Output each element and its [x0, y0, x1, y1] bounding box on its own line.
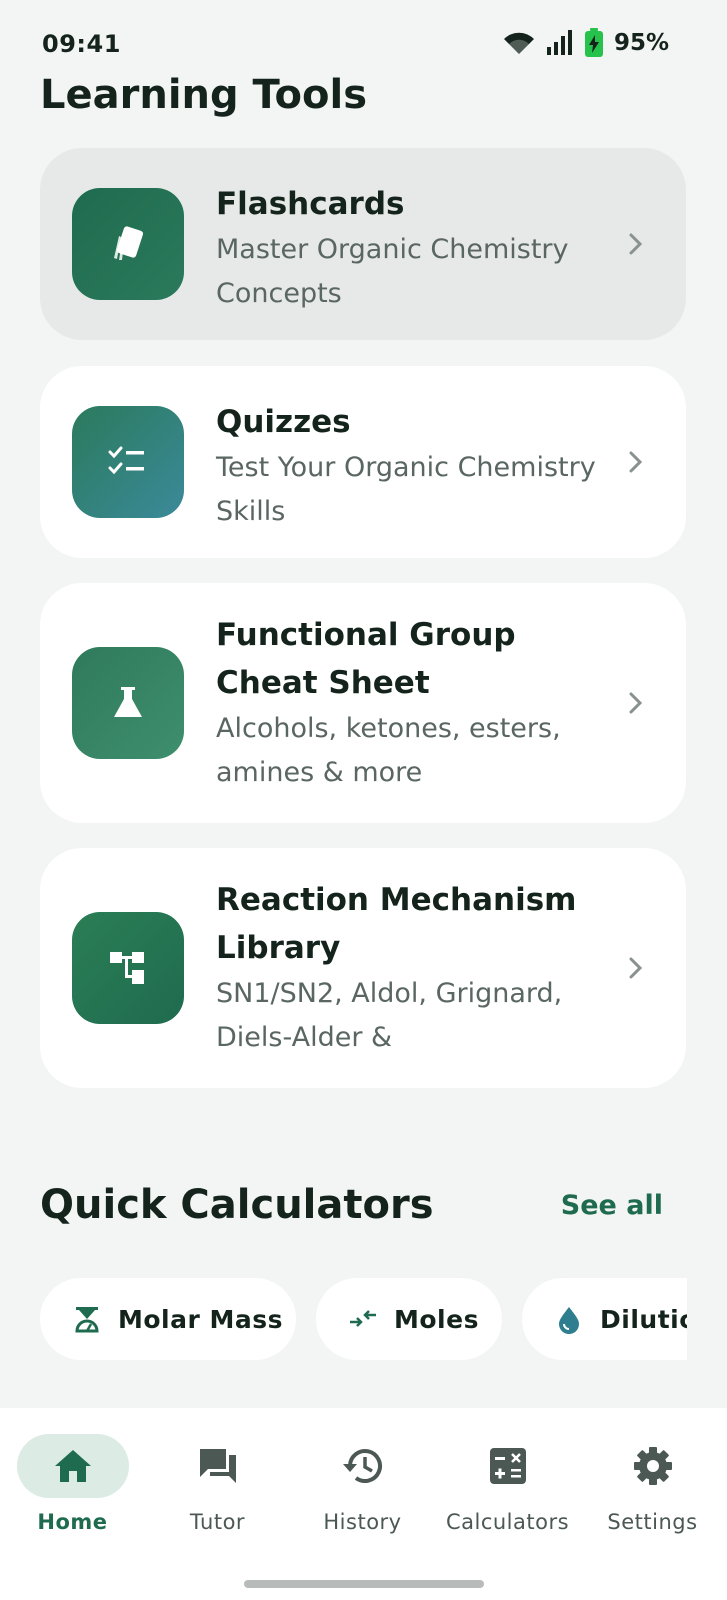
home-screen: 09:41 95% Learning Tools Flashcards Mast… — [0, 0, 727, 1600]
droplet-icon — [559, 1307, 579, 1334]
reaction-mechanism-tile — [72, 912, 184, 1024]
card-subtitle: Test Your Organic Chemistry Skills — [216, 452, 596, 527]
calculator-chips[interactable]: Molar Mass Moles Dilution — [40, 1278, 687, 1362]
nav-item-home[interactable]: Home — [0, 1434, 145, 1554]
bottom-nav: Home Tutor History Calculators Settings — [0, 1408, 727, 1600]
history-icon — [342, 1449, 382, 1483]
quizzes-card[interactable]: Quizzes Test Your Organic Chemistry Skil… — [40, 366, 686, 558]
card-title: Quizzes — [216, 404, 351, 440]
nav-pill — [307, 1434, 419, 1498]
reaction-mechanism-card[interactable]: Reaction Mechanism Library SN1/SN2, Aldo… — [40, 848, 686, 1088]
flashcards-tile — [72, 188, 184, 300]
chip-moles[interactable]: Moles — [316, 1278, 502, 1360]
status-icons: 95% — [502, 28, 669, 58]
card-title: Reaction Mechanism Library — [216, 882, 577, 966]
battery-percent: 95% — [613, 30, 669, 56]
home-indicator[interactable] — [244, 1580, 484, 1588]
card-subtitle: Alcohols, ketones, esters, amines & more — [216, 713, 561, 788]
chat-icon — [199, 1449, 236, 1483]
signal-icon — [546, 30, 572, 55]
nav-item-settings[interactable]: Settings — [580, 1434, 725, 1554]
chevron-right-icon — [629, 451, 643, 473]
nav-label: History — [323, 1510, 402, 1534]
nav-label: Home — [37, 1510, 108, 1534]
see-all-link[interactable]: See all — [561, 1190, 663, 1221]
chip-label: Molar Mass — [118, 1304, 284, 1334]
chevron-right-icon — [629, 692, 643, 714]
calculator-icon — [489, 1448, 526, 1484]
chevron-right-icon — [629, 957, 643, 979]
checklist-icon — [108, 446, 144, 475]
convert-arrows-icon — [350, 1310, 376, 1327]
nav-label: Calculators — [445, 1510, 570, 1534]
wifi-icon — [503, 32, 534, 54]
nav-pill — [597, 1434, 709, 1498]
functional-group-tile — [72, 647, 184, 759]
chip-molar-mass[interactable]: Molar Mass — [40, 1278, 296, 1360]
flowchart-icon — [110, 952, 144, 984]
flask-icon — [114, 687, 142, 717]
card-subtitle: Master Organic Chemistry Concepts — [216, 234, 569, 309]
chevron-right-icon — [629, 233, 643, 255]
chip-label: Moles — [394, 1304, 479, 1334]
card-title: Flashcards — [216, 186, 405, 222]
nav-item-tutor[interactable]: Tutor — [145, 1434, 290, 1554]
chip-label: Dilution — [600, 1304, 687, 1334]
gear-icon — [633, 1447, 672, 1485]
nav-pill — [16, 1434, 129, 1498]
flashcards-card[interactable]: Flashcards Master Organic Chemistry Conc… — [40, 148, 686, 340]
page-title: Learning Tools — [40, 72, 368, 118]
chip-dilution[interactable]: Dilution — [522, 1278, 687, 1360]
battery-charging-icon — [584, 28, 603, 57]
card-subtitle: SN1/SN2, Aldol, Grignard, Diels-Alder & — [216, 978, 563, 1053]
scale-icon — [75, 1307, 99, 1333]
cards-icon — [114, 226, 144, 260]
functional-group-card[interactable]: Functional Group Cheat Sheet Alcohols, k… — [40, 583, 686, 823]
nav-pill — [452, 1434, 564, 1498]
home-icon — [54, 1450, 91, 1482]
nav-label: Tutor — [189, 1510, 246, 1534]
nav-pill — [162, 1434, 274, 1498]
card-title: Functional Group Cheat Sheet — [216, 617, 516, 701]
status-time: 09:41 — [42, 30, 121, 58]
nav-item-calculators[interactable]: Calculators — [435, 1434, 580, 1554]
nav-label: Settings — [607, 1510, 698, 1534]
section-title: Quick Calculators — [40, 1182, 434, 1228]
quizzes-tile — [72, 406, 184, 518]
nav-item-history[interactable]: History — [290, 1434, 435, 1554]
